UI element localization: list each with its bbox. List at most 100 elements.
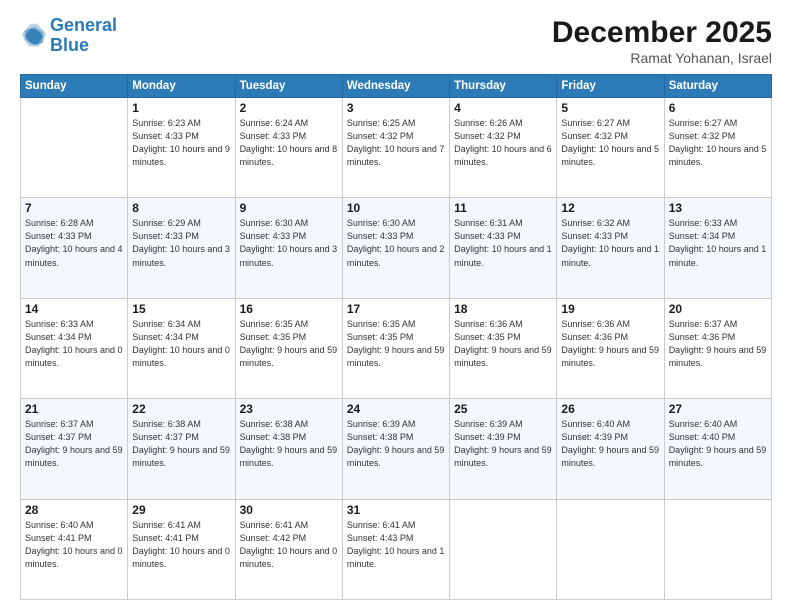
weekday-header-sunday: Sunday [21,75,128,98]
logo-text: General Blue [50,16,117,56]
day-number: 11 [454,201,552,215]
calendar-cell: 3Sunrise: 6:25 AM Sunset: 4:32 PM Daylig… [342,98,449,198]
calendar-cell [450,499,557,599]
calendar-cell: 5 Sunrise: 6:27 AM Sunset: 4:32 PM Daylig… [557,98,664,198]
page: General Blue December 2025 Ramat Yohanan… [0,0,792,612]
calendar-week-row: 1Sunrise: 6:23 AM Sunset: 4:33 PM Daylig… [21,98,772,198]
day-number: 7 [25,201,123,215]
calendar-cell: 1Sunrise: 6:23 AM Sunset: 4:33 PM Daylig… [128,98,235,198]
calendar-cell: 25 Sunrise: 6:39 AM Sunset: 4:39 PM Dayli… [450,399,557,499]
calendar-cell: 31 Sunrise: 6:41 AM Sunset: 4:43 PM Dayli… [342,499,449,599]
day-number: 16 [240,302,338,316]
weekday-header-monday: Monday [128,75,235,98]
calendar-cell: 21 Sunrise: 6:37 AM Sunset: 4:37 PM Dayli… [21,399,128,499]
calendar-cell: 13Sunrise: 6:33 AM Sunset: 4:34 PM Dayli… [664,198,771,298]
calendar-cell: 17 Sunrise: 6:35 AM Sunset: 4:35 PM Dayli… [342,298,449,398]
calendar-cell: 18Sunrise: 6:36 AM Sunset: 4:35 PM Dayli… [450,298,557,398]
calendar-cell: 28 Sunrise: 6:40 AM Sunset: 4:41 PM Dayli… [21,499,128,599]
weekday-header-wednesday: Wednesday [342,75,449,98]
logo-icon [20,22,48,50]
day-info: Sunrise: 6:35 AM Sunset: 4:35 PM Dayligh… [347,318,445,370]
calendar-cell: 26 Sunrise: 6:40 AM Sunset: 4:39 PM Dayli… [557,399,664,499]
day-number: 2 [240,101,338,115]
day-number: 28 [25,503,123,517]
day-number: 19 [561,302,659,316]
weekday-header-friday: Friday [557,75,664,98]
calendar-cell: 7Sunrise: 6:28 AM Sunset: 4:33 PM Daylig… [21,198,128,298]
day-number: 30 [240,503,338,517]
day-info: Sunrise: 6:30 AM Sunset: 4:33 PM Dayligh… [347,217,445,269]
day-info: Sunrise: 6:40 AM Sunset: 4:40 PM Dayligh… [669,418,767,470]
logo-blue: Blue [50,35,89,55]
day-info: Sunrise: 6:38 AM Sunset: 4:38 PM Dayligh… [240,418,338,470]
day-number: 21 [25,402,123,416]
location: Ramat Yohanan, Israel [552,50,772,66]
calendar-cell: 12 Sunrise: 6:32 AM Sunset: 4:33 PM Dayli… [557,198,664,298]
day-info: Sunrise: 6:40 AM Sunset: 4:41 PM Dayligh… [25,519,123,571]
calendar-body: 1Sunrise: 6:23 AM Sunset: 4:33 PM Daylig… [21,98,772,600]
day-number: 1 [132,101,230,115]
day-number: 31 [347,503,445,517]
calendar-cell: 22Sunrise: 6:38 AM Sunset: 4:37 PM Dayli… [128,399,235,499]
day-info: Sunrise: 6:32 AM Sunset: 4:33 PM Dayligh… [561,217,659,269]
calendar-cell: 8Sunrise: 6:29 AM Sunset: 4:33 PM Daylig… [128,198,235,298]
day-info: Sunrise: 6:40 AM Sunset: 4:39 PM Dayligh… [561,418,659,470]
title-block: December 2025 Ramat Yohanan, Israel [552,16,772,66]
day-info: Sunrise: 6:25 AM Sunset: 4:32 PM Dayligh… [347,117,445,169]
calendar-cell: 29Sunrise: 6:41 AM Sunset: 4:41 PM Dayli… [128,499,235,599]
day-number: 5 [561,101,659,115]
calendar-cell [557,499,664,599]
calendar-cell: 11 Sunrise: 6:31 AM Sunset: 4:33 PM Dayli… [450,198,557,298]
calendar-table: SundayMondayTuesdayWednesdayThursdayFrid… [20,74,772,600]
calendar-cell: 2 Sunrise: 6:24 AM Sunset: 4:33 PM Daylig… [235,98,342,198]
calendar-cell: 23 Sunrise: 6:38 AM Sunset: 4:38 PM Dayli… [235,399,342,499]
day-info: Sunrise: 6:41 AM Sunset: 4:43 PM Dayligh… [347,519,445,571]
day-info: Sunrise: 6:39 AM Sunset: 4:38 PM Dayligh… [347,418,445,470]
calendar-cell: 27Sunrise: 6:40 AM Sunset: 4:40 PM Dayli… [664,399,771,499]
calendar-cell: 16 Sunrise: 6:35 AM Sunset: 4:35 PM Dayli… [235,298,342,398]
day-number: 13 [669,201,767,215]
month-title: December 2025 [552,16,772,50]
weekday-header-saturday: Saturday [664,75,771,98]
calendar-week-row: 21 Sunrise: 6:37 AM Sunset: 4:37 PM Dayli… [21,399,772,499]
weekday-header-tuesday: Tuesday [235,75,342,98]
logo: General Blue [20,16,117,56]
header: General Blue December 2025 Ramat Yohanan… [20,16,772,66]
day-number: 26 [561,402,659,416]
day-info: Sunrise: 6:24 AM Sunset: 4:33 PM Dayligh… [240,117,338,169]
calendar-header: SundayMondayTuesdayWednesdayThursdayFrid… [21,75,772,98]
day-info: Sunrise: 6:31 AM Sunset: 4:33 PM Dayligh… [454,217,552,269]
day-number: 6 [669,101,767,115]
calendar-cell: 6 Sunrise: 6:27 AM Sunset: 4:32 PM Daylig… [664,98,771,198]
day-info: Sunrise: 6:26 AM Sunset: 4:32 PM Dayligh… [454,117,552,169]
calendar-cell: 19Sunrise: 6:36 AM Sunset: 4:36 PM Dayli… [557,298,664,398]
day-number: 25 [454,402,552,416]
day-number: 4 [454,101,552,115]
day-number: 23 [240,402,338,416]
calendar-cell [21,98,128,198]
day-number: 20 [669,302,767,316]
calendar-cell: 4 Sunrise: 6:26 AM Sunset: 4:32 PM Daylig… [450,98,557,198]
calendar-cell: 10Sunrise: 6:30 AM Sunset: 4:33 PM Dayli… [342,198,449,298]
day-info: Sunrise: 6:37 AM Sunset: 4:37 PM Dayligh… [25,418,123,470]
day-info: Sunrise: 6:27 AM Sunset: 4:32 PM Dayligh… [561,117,659,169]
day-info: Sunrise: 6:39 AM Sunset: 4:39 PM Dayligh… [454,418,552,470]
day-info: Sunrise: 6:27 AM Sunset: 4:32 PM Dayligh… [669,117,767,169]
calendar-cell: 15 Sunrise: 6:34 AM Sunset: 4:34 PM Dayli… [128,298,235,398]
day-number: 15 [132,302,230,316]
day-info: Sunrise: 6:29 AM Sunset: 4:33 PM Dayligh… [132,217,230,269]
weekday-row: SundayMondayTuesdayWednesdayThursdayFrid… [21,75,772,98]
day-number: 17 [347,302,445,316]
day-info: Sunrise: 6:41 AM Sunset: 4:41 PM Dayligh… [132,519,230,571]
day-number: 9 [240,201,338,215]
day-info: Sunrise: 6:36 AM Sunset: 4:35 PM Dayligh… [454,318,552,370]
day-info: Sunrise: 6:33 AM Sunset: 4:34 PM Dayligh… [25,318,123,370]
day-info: Sunrise: 6:34 AM Sunset: 4:34 PM Dayligh… [132,318,230,370]
day-number: 12 [561,201,659,215]
day-number: 24 [347,402,445,416]
day-info: Sunrise: 6:35 AM Sunset: 4:35 PM Dayligh… [240,318,338,370]
calendar-week-row: 28 Sunrise: 6:40 AM Sunset: 4:41 PM Dayli… [21,499,772,599]
calendar-cell: 20Sunrise: 6:37 AM Sunset: 4:36 PM Dayli… [664,298,771,398]
calendar-cell: 14 Sunrise: 6:33 AM Sunset: 4:34 PM Dayli… [21,298,128,398]
day-number: 14 [25,302,123,316]
